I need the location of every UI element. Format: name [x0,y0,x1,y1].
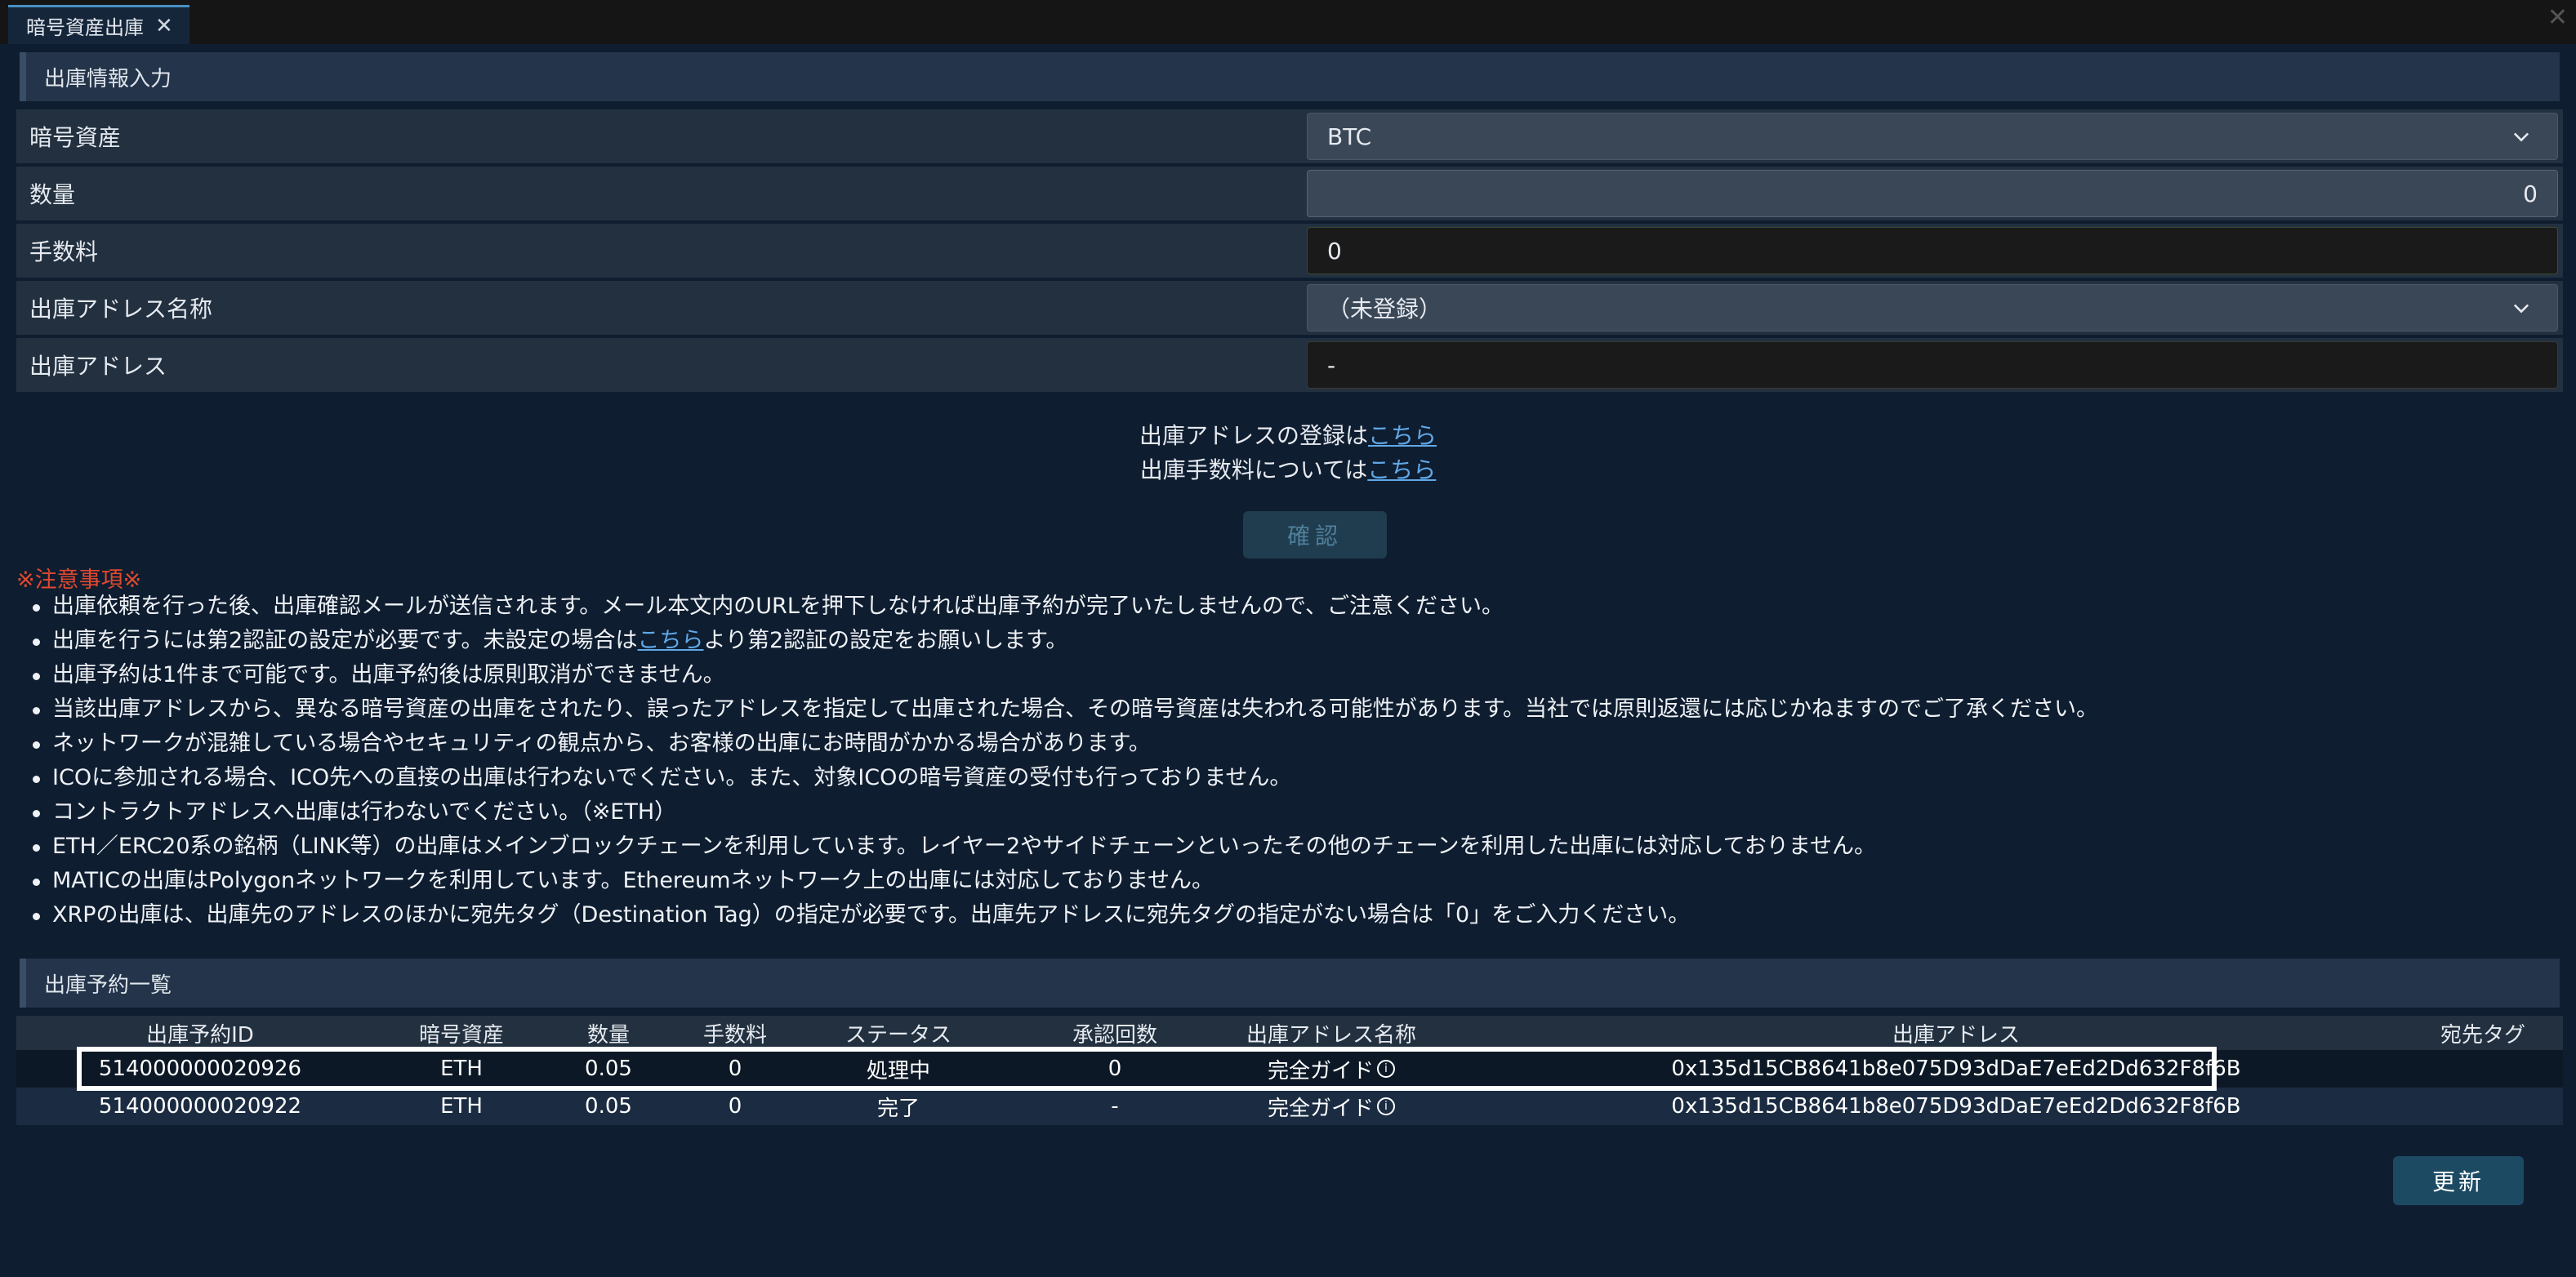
form-row-fee: 手数料 0 [16,224,2563,278]
notice-item-suffix: より第2認証の設定をお願いします。 [703,628,1068,653]
fee-label: 手数料 [16,224,1294,278]
destination-tag-cell [2401,1088,2565,1125]
asset-select[interactable]: BTC [1307,113,2558,160]
destination-tag-cell [2401,1050,2565,1088]
column-header: 承認回数 [1072,1022,1157,1048]
tab-title: 暗号資産出庫 [26,16,144,39]
reservation-id-cell: 514000000020926 [98,1057,302,1081]
confirm-button[interactable]: 確認 [1243,511,1387,558]
info-icon[interactable]: i [1377,1060,1395,1078]
notice-item: ICOに参加される場合、ICO先への直接の出庫は行わないでください。また、対象I… [29,761,2545,795]
fee-value: 0 [1327,237,1342,265]
notice-item: コントラクトアドレスへ出庫は行わないでください。（※ETH） [29,795,2545,830]
table-row[interactable]: 514000000020926 ETH 0.05 0 処理中 0 完全ガイド i … [16,1050,2563,1088]
address-cell: 0x135d15CB8641b8e075D93dDaE7eEd2Dd632F8f… [1671,1057,2241,1081]
notice-item: ETH／ERC20系の銘柄（LINK等）の出庫はメインブロックチェーンを利用して… [29,830,2545,864]
approval-count-cell: - [1111,1094,1119,1119]
two-factor-link[interactable]: こちら [637,628,703,653]
info-icon[interactable]: i [1377,1097,1395,1115]
address-name-text: 完全ガイド [1267,1058,1374,1083]
address-name-cell: 完全ガイド i [1217,1050,1446,1088]
column-header: 出庫予約ID [146,1022,254,1048]
refresh-button[interactable]: 更新 [2393,1156,2524,1205]
address-field: - [1307,341,2558,389]
quantity-label: 数量 [16,167,1294,220]
fee-cell: 0 [728,1057,742,1081]
form-section-header: 出庫情報入力 [20,52,2560,101]
status-cell: 完了 [876,1096,920,1121]
notice-item: 出庫予約は1件まで可能です。出庫予約後は原則取消ができません。 [29,658,2545,692]
asset-label: 暗号資産 [16,109,1294,163]
notice-item: 出庫依頼を行った後、出庫確認メールが送信されます。メール本文内のURLを押下しな… [29,590,2545,624]
tab-bar: 暗号資産出庫 ✕ ✕ [0,0,2576,44]
column-header: 出庫アドレス名称 [1246,1022,1416,1048]
address-name-label: 出庫アドレス名称 [16,281,1294,335]
address-registration-line: 出庫アドレスの登録はこちら [0,418,2576,451]
address-name-value: （未登録） [1327,296,1442,323]
column-header: 宛先タグ [2440,1022,2525,1048]
address-registration-text: 出庫アドレスの登録は [1139,422,1368,449]
chevron-down-icon [2513,132,2529,142]
column-header: 出庫アドレス [1892,1022,2020,1048]
tab-crypto-withdrawal[interactable]: 暗号資産出庫 ✕ [8,5,189,44]
reservation-id-cell: 514000000020922 [98,1094,302,1119]
reservation-section-header: 出庫予約一覧 [20,959,2560,1008]
quantity-cell: 0.05 [585,1094,632,1119]
approval-count-cell: 0 [1108,1057,1122,1081]
address-registration-link[interactable]: こちら [1368,422,1437,449]
notice-list: 出庫依頼を行った後、出庫確認メールが送信されます。メール本文内のURLを押下しな… [29,590,2545,932]
notice-item-text: 出庫を行うには第2認証の設定が必要です。未設定の場合は [52,628,638,653]
notice-item: XRPの出庫は、出庫先のアドレスのほかに宛先タグ（Destination Tag… [29,898,2545,932]
quantity-input[interactable]: 0 [1307,170,2558,217]
table-row[interactable]: 514000000020922 ETH 0.05 0 完了 - 完全ガイド i 0… [16,1088,2563,1125]
address-label: 出庫アドレス [16,338,1294,392]
window-close-icon[interactable]: ✕ [2547,3,2568,32]
address-cell: 0x135d15CB8641b8e075D93dDaE7eEd2Dd632F8f… [1671,1094,2241,1119]
quantity-cell: 0.05 [585,1057,632,1081]
form-row-quantity: 数量 0 [16,167,2563,220]
asset-cell: ETH [440,1094,483,1119]
fee-input[interactable]: 0 [1307,227,2558,274]
column-header: 手数料 [702,1022,767,1048]
notice-item: ネットワークが混雑している場合やセキュリティの観点から、お客様の出庫にお時間がか… [29,727,2545,761]
status-cell: 処理中 [866,1058,930,1083]
address-value: - [1327,351,1336,379]
fee-cell: 0 [728,1094,742,1119]
notice-item: MATICの出庫はPolygonネットワークを利用しています。Ethereumネ… [29,864,2545,898]
address-name-cell: 完全ガイド i [1217,1088,1446,1125]
column-header: ステータス [845,1022,952,1048]
form-section-title: 出庫情報入力 [44,66,172,91]
fee-info-text: 出庫手数料については [1139,456,1368,483]
form-row-address: 出庫アドレス - [16,338,2563,392]
chevron-down-icon [2513,304,2529,314]
form-row-asset: 暗号資産 BTC [16,109,2563,163]
notice-item: 当該出庫アドレスから、異なる暗号資産の出庫をされたり、誤ったアドレスを指定して出… [29,692,2545,727]
fee-info-link[interactable]: こちら [1367,456,1436,483]
quantity-value: 0 [2523,180,2538,207]
asset-select-value: BTC [1327,122,1372,150]
column-header: 暗号資産 [418,1022,504,1048]
notice-item: 出庫を行うには第2認証の設定が必要です。未設定の場合はこちらより第2認証の設定を… [29,624,2545,658]
close-icon[interactable]: ✕ [155,14,173,38]
reservation-table: 出庫予約ID 暗号資産 数量 手数料 ステータス 承認回数 出庫アドレス名称 出… [16,1016,2563,1125]
address-name-text: 完全ガイド [1267,1096,1374,1121]
address-name-select[interactable]: （未登録） [1307,284,2558,331]
reservation-section-title: 出庫予約一覧 [44,972,172,998]
asset-cell: ETH [440,1057,483,1081]
fee-info-line: 出庫手数料についてはこちら [0,452,2576,485]
form-row-address-name: 出庫アドレス名称 （未登録） [16,281,2563,335]
column-header: 数量 [586,1022,630,1048]
table-header: 出庫予約ID 暗号資産 数量 手数料 ステータス 承認回数 出庫アドレス名称 出… [16,1016,2563,1050]
